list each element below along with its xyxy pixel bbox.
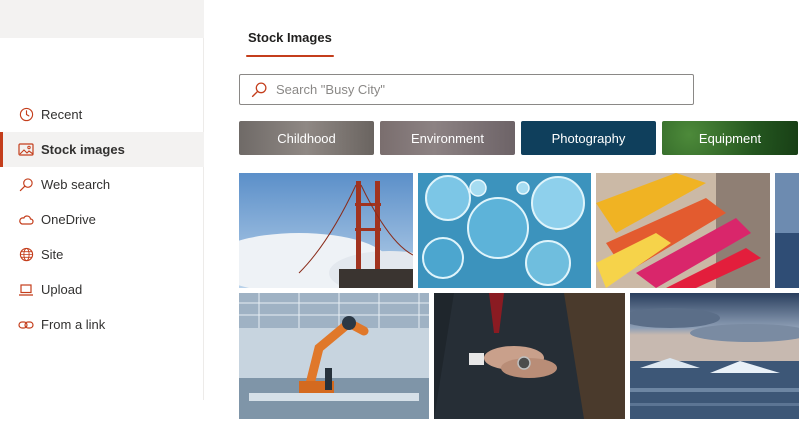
- sidebar-item-label: Site: [41, 247, 64, 262]
- image-golden-gate-bridge[interactable]: [239, 173, 413, 288]
- search-icon: [250, 81, 268, 99]
- cloud-icon: [18, 212, 34, 228]
- globe-icon: [18, 247, 34, 263]
- image-ocean-edge[interactable]: [775, 173, 799, 288]
- sidebar: Recent Stock images Web search OneDrive …: [0, 0, 204, 400]
- category-chip-environment[interactable]: Environment: [380, 121, 515, 155]
- category-chip-childhood[interactable]: Childhood: [239, 121, 374, 155]
- sidebar-item-upload[interactable]: Upload: [0, 272, 204, 307]
- sidebar-item-label: From a link: [41, 317, 106, 332]
- category-chip-photography[interactable]: Photography: [521, 121, 656, 155]
- sidebar-item-label: Web search: [41, 177, 111, 192]
- sidebar-item-stock-images[interactable]: Stock images: [0, 132, 204, 167]
- sidebar-item-recent[interactable]: Recent: [0, 97, 204, 132]
- search-icon: [18, 177, 34, 193]
- image-businessman-watch[interactable]: [434, 293, 625, 419]
- sidebar-nav: Recent Stock images Web search OneDrive …: [0, 97, 204, 342]
- main-panel: Stock Images Childhood Environment Photo…: [205, 0, 799, 425]
- clock-icon: [18, 107, 34, 123]
- sidebar-item-label: Upload: [41, 282, 83, 297]
- sidebar-header: [0, 0, 204, 38]
- sidebar-item-label: Recent: [41, 107, 83, 122]
- category-chip-equipment[interactable]: Equipment: [662, 121, 798, 155]
- link-icon: [18, 317, 34, 333]
- sidebar-item-from-a-link[interactable]: From a link: [0, 307, 204, 342]
- category-chip-label: Equipment: [698, 130, 762, 146]
- sidebar-item-label: OneDrive: [41, 212, 96, 227]
- laptop-icon: [18, 282, 34, 298]
- image-icy-lake-sunset[interactable]: [630, 293, 799, 419]
- search-box[interactable]: [239, 74, 694, 105]
- search-input[interactable]: [276, 82, 676, 97]
- image-robotic-arm-factory[interactable]: [239, 293, 429, 419]
- sidebar-item-label: Stock images: [41, 142, 125, 157]
- category-chip-label: Environment: [411, 130, 484, 146]
- tab-stock-images[interactable]: Stock Images: [246, 30, 334, 57]
- sidebar-item-site[interactable]: Site: [0, 237, 204, 272]
- category-chips: Childhood Environment Photography Equipm…: [239, 121, 799, 155]
- image-colorful-test-tubes[interactable]: [596, 173, 770, 288]
- sidebar-item-web-search[interactable]: Web search: [0, 167, 204, 202]
- image-soap-bubbles[interactable]: [418, 173, 591, 288]
- category-chip-label: Photography: [551, 130, 626, 146]
- sidebar-item-onedrive[interactable]: OneDrive: [0, 202, 204, 237]
- category-chip-label: Childhood: [277, 130, 336, 146]
- image-icon: [18, 142, 34, 158]
